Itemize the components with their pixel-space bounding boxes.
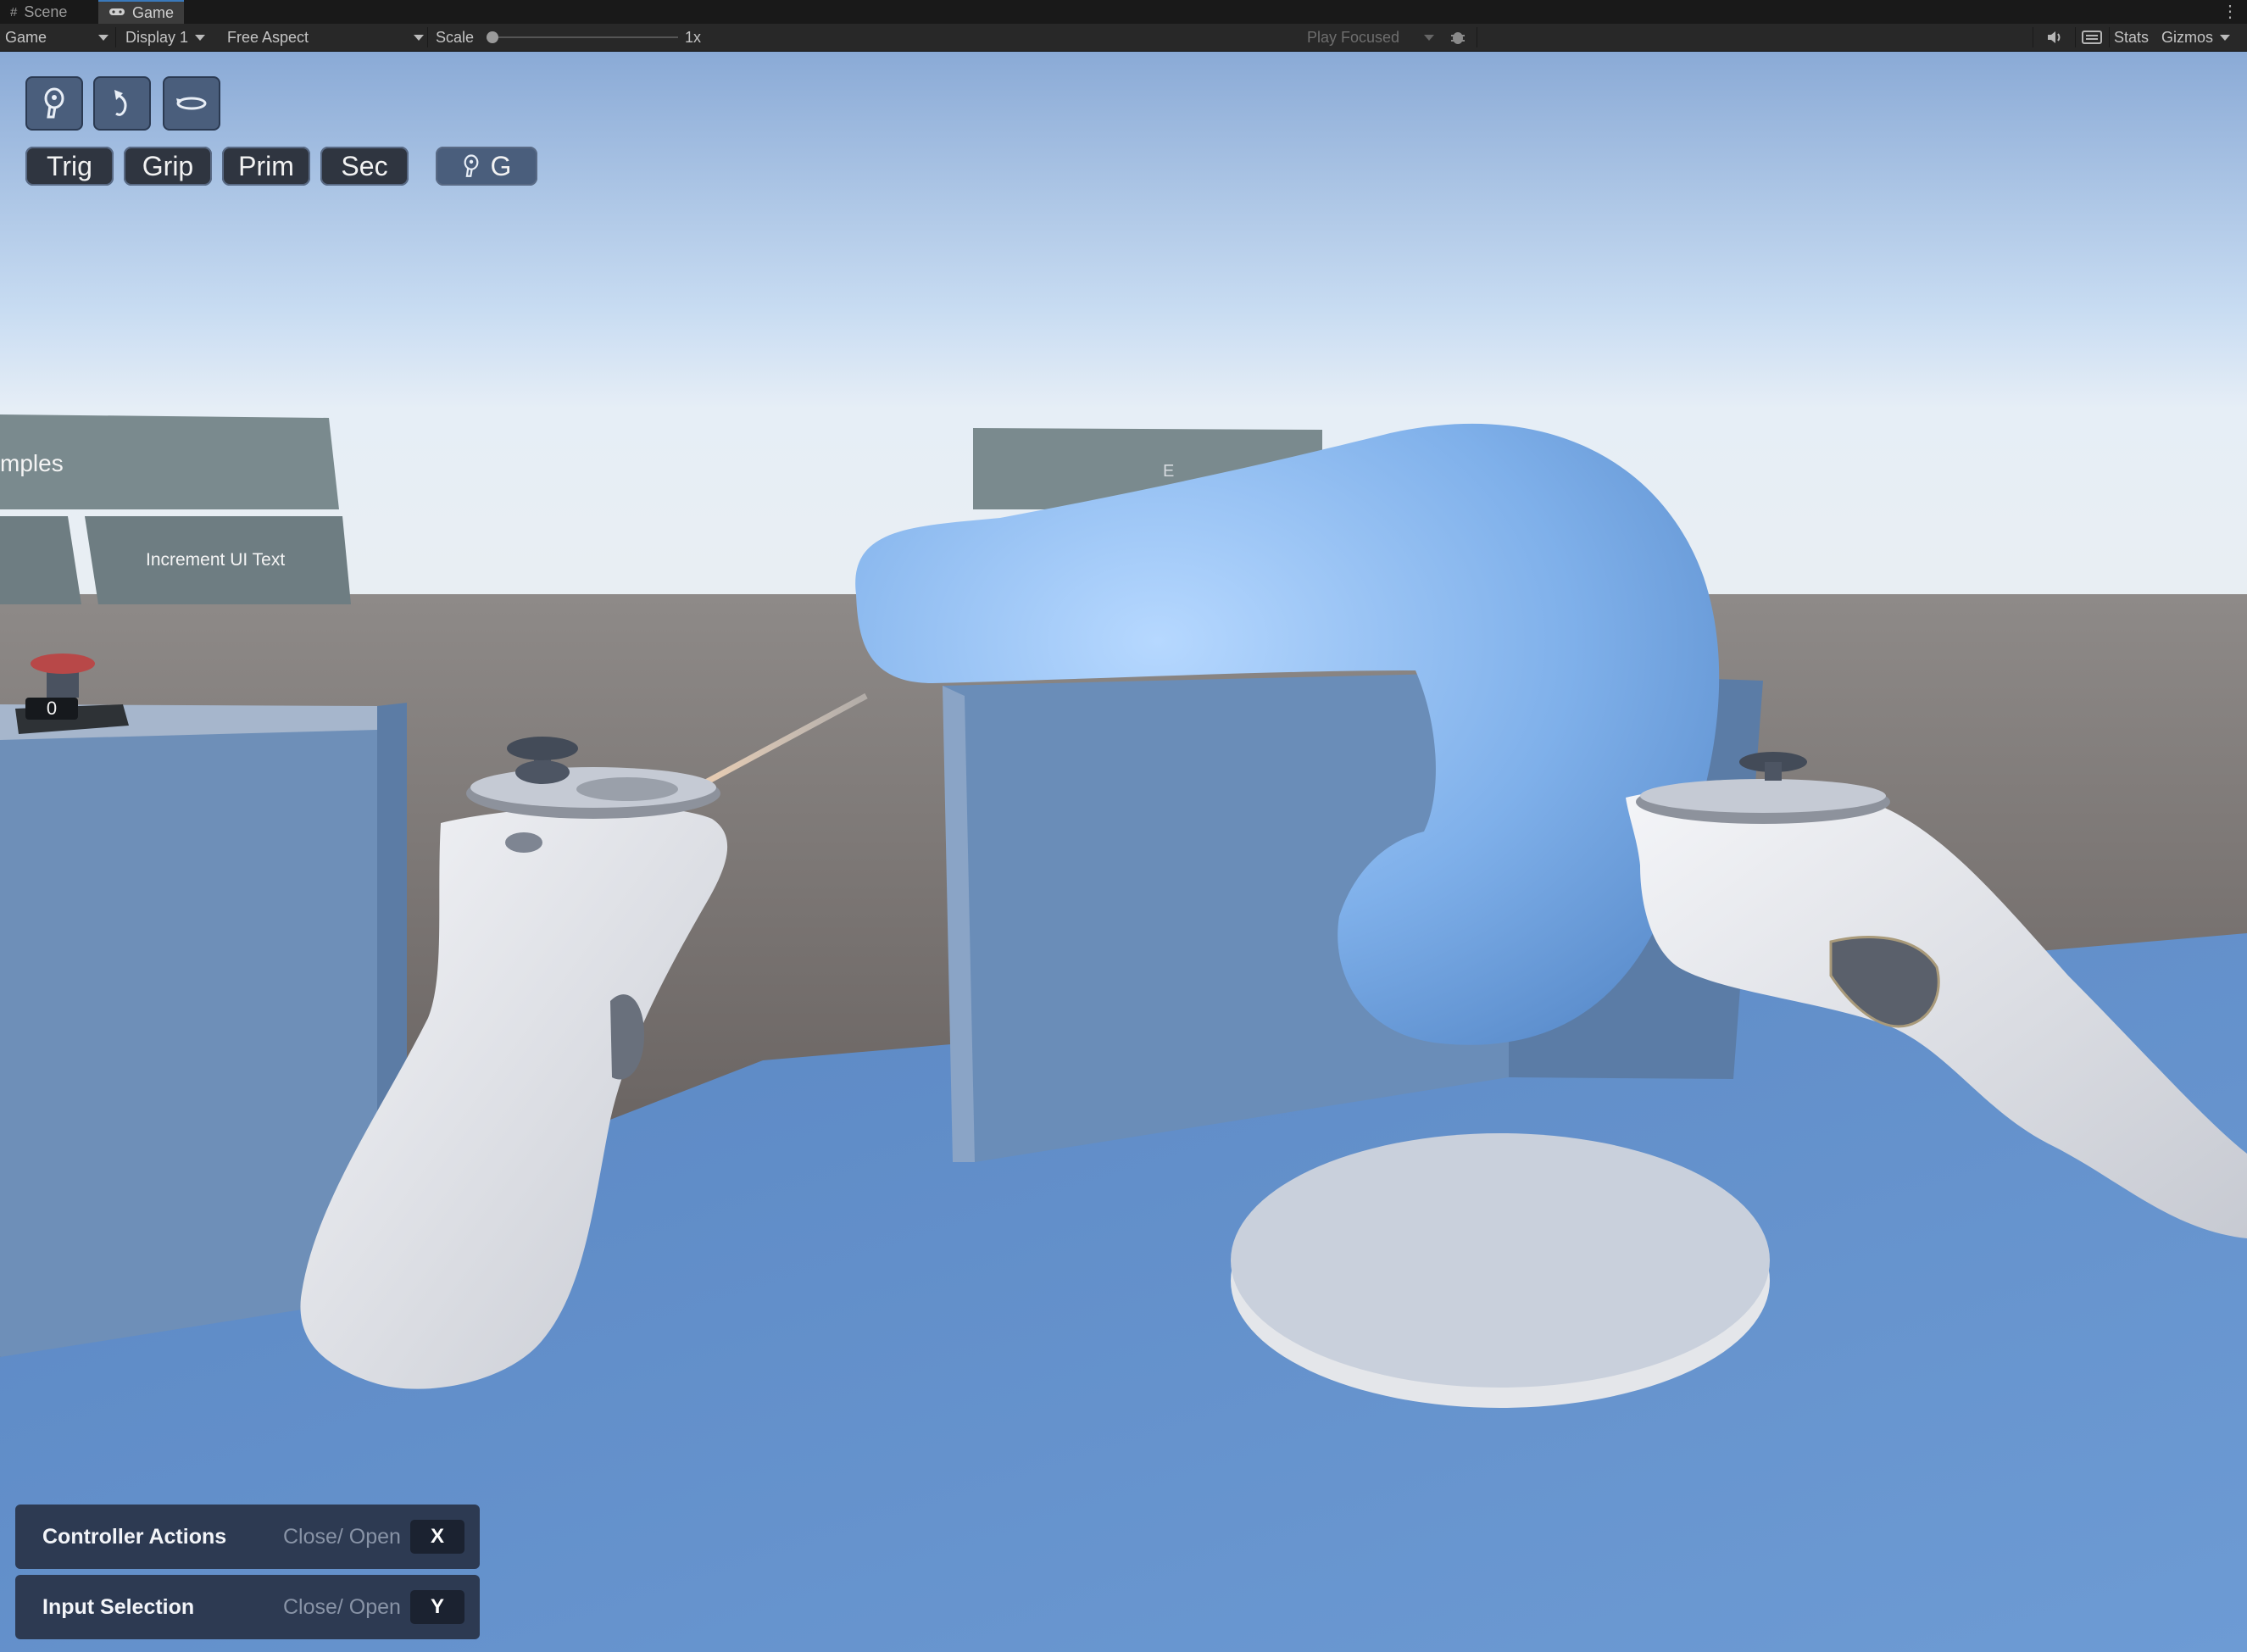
bug-icon[interactable] <box>1449 24 1466 51</box>
stats-button[interactable]: Stats <box>2114 24 2149 51</box>
more-options-icon[interactable]: ⋮ <box>2222 0 2239 24</box>
controller-icon <box>464 154 478 177</box>
chevron-down-icon <box>98 34 108 41</box>
grab-mode-button[interactable]: G <box>436 147 537 186</box>
controller-mode-button[interactable] <box>25 76 83 131</box>
play-mode-label: Play Focused <box>1307 28 1400 46</box>
scale-slider-track[interactable] <box>492 36 678 38</box>
panel-action-label: Close/ Open <box>283 1594 401 1619</box>
chevron-down-icon <box>1424 34 1434 41</box>
panel-title: Controller Actions <box>42 1524 227 1549</box>
play-mode-dropdown[interactable]: Play Focused <box>1307 24 1434 51</box>
grid-icon: # <box>10 4 18 19</box>
game-viewport[interactable]: mples Increment UI Text 0 E Trig Grip Pr… <box>0 52 2247 1652</box>
trigger-button[interactable]: Trig <box>25 147 114 186</box>
game-view-toolbar: Game Display 1 Free Aspect Scale 1x Play… <box>0 24 2247 52</box>
grip-button[interactable]: Grip <box>124 147 212 186</box>
tab-game-label: Game <box>132 3 175 21</box>
view-mode-dropdown[interactable]: Game <box>5 24 108 51</box>
primary-button[interactable]: Prim <box>222 147 310 186</box>
keyboard-icon[interactable] <box>2082 24 2102 51</box>
counter-display: 0 <box>25 698 78 720</box>
gamepad-icon <box>108 6 125 20</box>
gizmos-label: Gizmos <box>2161 28 2214 46</box>
scene-sign-label: mples <box>0 450 64 476</box>
tab-scene-label: Scene <box>24 3 68 20</box>
grab-mode-label: G <box>490 150 512 181</box>
view-mode-label: Game <box>5 28 47 46</box>
secondary-button[interactable]: Sec <box>320 147 409 186</box>
rotate-button[interactable] <box>93 76 151 131</box>
toggle-key-x[interactable]: X <box>410 1520 464 1554</box>
increment-ui-text-button[interactable]: Increment UI Text <box>146 550 285 570</box>
aspect-dropdown[interactable]: Free Aspect <box>227 24 424 51</box>
input-selection-panel: Input Selection Close/ Open Y <box>15 1575 480 1639</box>
divider <box>115 27 116 47</box>
display-label: Display 1 <box>125 28 189 46</box>
scale-slider-handle[interactable] <box>487 31 498 43</box>
editor-tab-bar: # Scene Game ⋮ <box>0 0 2247 25</box>
divider <box>2075 27 2076 47</box>
scene-sign-fragment: E <box>1163 462 1175 481</box>
chevron-down-icon <box>414 34 424 41</box>
gizmos-dropdown[interactable]: Gizmos <box>2161 24 2243 51</box>
audio-mute-icon[interactable] <box>2046 24 2065 51</box>
toggle-key-y[interactable]: Y <box>410 1590 464 1624</box>
chevron-down-icon <box>2220 34 2231 41</box>
controller-actions-panel: Controller Actions Close/ Open X <box>15 1505 480 1569</box>
tab-game[interactable]: Game <box>98 0 185 24</box>
scene-render <box>0 52 2247 1652</box>
panel-title: Input Selection <box>42 1594 195 1619</box>
scale-value: 1x <box>685 28 702 46</box>
orbit-icon <box>176 97 207 110</box>
tab-scene[interactable]: # Scene <box>0 0 77 24</box>
chevron-down-icon <box>195 34 206 41</box>
rotate-icon <box>114 90 127 116</box>
orbit-button[interactable] <box>163 76 220 131</box>
aspect-label: Free Aspect <box>227 28 309 46</box>
controller-icon <box>44 87 64 119</box>
scale-label: Scale <box>436 28 475 46</box>
divider <box>2109 27 2110 47</box>
panel-action-label: Close/ Open <box>283 1524 401 1549</box>
divider <box>427 27 428 47</box>
display-dropdown[interactable]: Display 1 <box>125 24 219 51</box>
